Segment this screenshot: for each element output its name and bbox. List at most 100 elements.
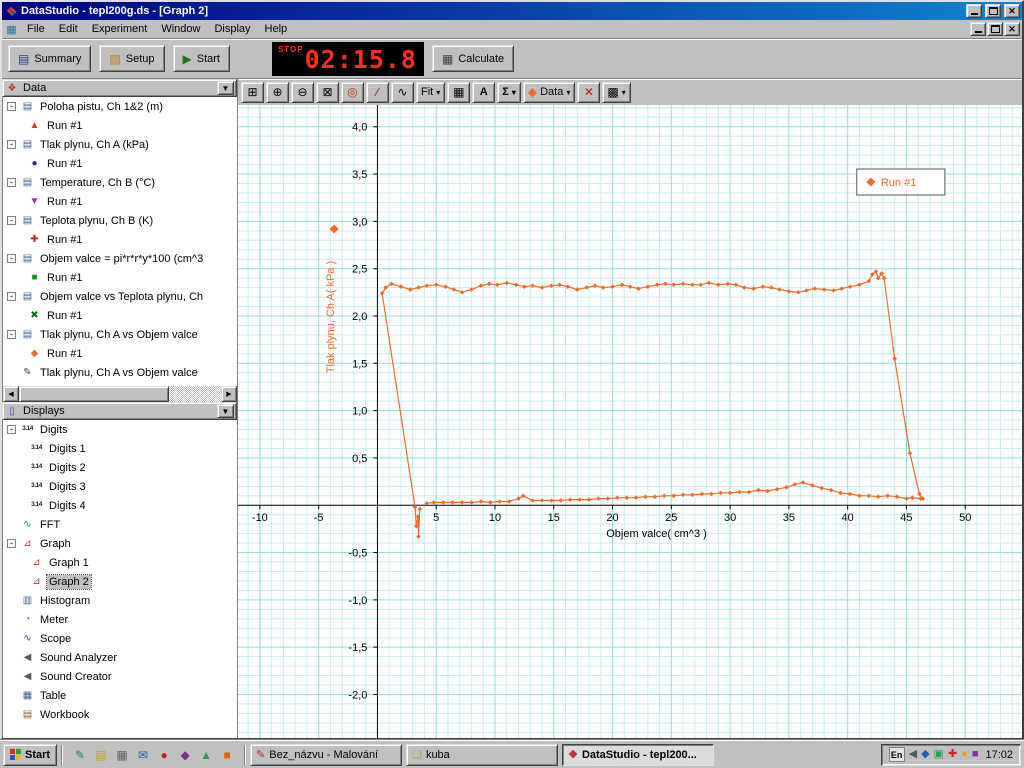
- quick-launch-icon-4[interactable]: ✉: [134, 746, 152, 764]
- fit-line-tool-button[interactable]: ∿: [391, 81, 414, 103]
- volume-tray-icon[interactable]: ◀: [909, 749, 917, 760]
- run-item[interactable]: ▼ Run #1: [3, 192, 237, 211]
- display-item-scope[interactable]: ∿ Scope: [3, 629, 237, 648]
- menu-display[interactable]: Display: [207, 21, 257, 37]
- menu-edit[interactable]: Edit: [52, 21, 85, 37]
- paint-task-button[interactable]: ✎ Bez_názvu - Malování: [250, 743, 403, 766]
- child-close-button[interactable]: ✕: [1004, 22, 1020, 36]
- data-source-item[interactable]: - ▤ Teplota plynu, Ch B (K): [3, 211, 237, 230]
- run-item[interactable]: ▲ Run #1: [3, 116, 237, 135]
- child-restore-button[interactable]: [987, 22, 1003, 36]
- data-source-item[interactable]: - ▤ Temperature, Ch B (°C): [3, 173, 237, 192]
- minimize-button[interactable]: [966, 4, 982, 18]
- display-item-workbook[interactable]: ▤ Workbook: [3, 705, 237, 724]
- run-item[interactable]: ● Run #1: [3, 154, 237, 173]
- child-minimize-button[interactable]: [970, 22, 986, 36]
- run-item[interactable]: ✚ Run #1: [3, 230, 237, 249]
- calculator-button[interactable]: ▦: [447, 81, 471, 103]
- collapse-toggle[interactable]: -: [7, 140, 16, 149]
- run-item[interactable]: ✖ Run #1: [3, 306, 237, 325]
- scroll-right-button[interactable]: ▶: [221, 386, 237, 402]
- start-menu-button[interactable]: Start: [3, 743, 58, 766]
- statistics-menu-button[interactable]: Σ ▾: [497, 81, 521, 103]
- display-item-digits-1[interactable]: 3.14 Digits 1: [3, 439, 237, 458]
- collapse-toggle[interactable]: -: [7, 178, 16, 187]
- scheduler-tray-icon[interactable]: ◆: [921, 749, 929, 760]
- data-source-item[interactable]: - ▤ Objem valce = pi*r*r*y*100 (cm^3: [3, 249, 237, 268]
- close-button[interactable]: ✕: [1004, 4, 1020, 18]
- collapse-toggle[interactable]: -: [7, 216, 16, 225]
- scale-to-fit-button[interactable]: ⊞: [241, 81, 264, 103]
- summary-button[interactable]: ▤ Summary: [8, 45, 92, 72]
- language-indicator[interactable]: En: [888, 747, 905, 762]
- collapse-toggle[interactable]: -: [7, 102, 16, 111]
- display-item-table[interactable]: ▦ Table: [3, 686, 237, 705]
- start-button[interactable]: ▶ Start: [172, 45, 230, 72]
- display-item-sound-analyzer[interactable]: ◀ Sound Analyzer: [3, 648, 237, 667]
- graph-options-menu-button[interactable]: ▩ ▾: [602, 81, 631, 103]
- data-menu-button[interactable]: ◆ Data ▾: [522, 81, 576, 103]
- fit-menu-button[interactable]: Fit ▾: [416, 81, 446, 103]
- display-item-graph-1[interactable]: ⊿ Graph 1: [3, 553, 237, 572]
- text-tool-button[interactable]: A: [472, 81, 496, 103]
- slope-tool-button[interactable]: ∕: [366, 81, 389, 103]
- quick-launch-icon-8[interactable]: ■: [218, 746, 236, 764]
- quick-launch-icon-5[interactable]: ●: [155, 746, 173, 764]
- zoom-in-button[interactable]: ⊕: [266, 81, 289, 103]
- display-item-graph-2[interactable]: ⊿ Graph 2: [3, 572, 237, 591]
- data-source-item[interactable]: ✎ Tlak plynu, Ch A vs Objem valce: [3, 363, 237, 382]
- maximize-button[interactable]: [985, 4, 1001, 18]
- menu-help[interactable]: Help: [258, 21, 295, 37]
- menu-file[interactable]: File: [20, 21, 52, 37]
- antivirus-tray-icon[interactable]: ✚: [948, 749, 957, 760]
- quick-launch-icon-7[interactable]: ▲: [197, 746, 215, 764]
- collapse-toggle[interactable]: -: [7, 254, 16, 263]
- quick-launch-icon-6[interactable]: ◆: [176, 746, 194, 764]
- quick-launch-icon-3[interactable]: ▦: [113, 746, 131, 764]
- graph-window-icon: ▦: [6, 23, 17, 36]
- scroll-left-button[interactable]: ◀: [3, 386, 19, 402]
- display-tray-icon[interactable]: ▣: [934, 749, 944, 760]
- collapse-toggle[interactable]: -: [7, 330, 16, 339]
- calculate-button[interactable]: ▦ Calculate: [431, 45, 515, 72]
- collapse-toggle[interactable]: -: [7, 292, 16, 301]
- displays-panel-menu-button[interactable]: ▼: [217, 404, 234, 418]
- display-item-fft[interactable]: ∿ FFT: [3, 515, 237, 534]
- collapse-toggle[interactable]: -: [7, 425, 16, 434]
- menu-experiment[interactable]: Experiment: [85, 21, 155, 37]
- display-item-digits-4[interactable]: 3.14 Digits 4: [3, 496, 237, 515]
- menu-window[interactable]: Window: [154, 21, 207, 37]
- display-item-histogram[interactable]: ▥ Histogram: [3, 591, 237, 610]
- data-source-item[interactable]: - ▤ Tlak plynu, Ch A (kPa): [3, 135, 237, 154]
- scrollbar-thumb[interactable]: [19, 386, 169, 402]
- svg-text:-10: -10: [252, 512, 268, 524]
- data-panel-menu-button[interactable]: ▼: [217, 81, 234, 95]
- collapse-toggle[interactable]: -: [7, 539, 16, 548]
- display-item-meter[interactable]: ◔ Meter: [3, 610, 237, 629]
- smart-tool-button[interactable]: ◎: [341, 81, 364, 103]
- quick-launch-icon-2[interactable]: ▤: [92, 746, 110, 764]
- delete-button[interactable]: ✕: [577, 81, 601, 103]
- display-item-digits-2[interactable]: 3.14 Digits 2: [3, 458, 237, 477]
- mdi-child-buttons: ✕: [970, 22, 1020, 36]
- data-source-item[interactable]: - ▤ Tlak plynu, Ch A vs Objem valce: [3, 325, 237, 344]
- setup-button[interactable]: ▧ Setup: [99, 45, 165, 72]
- zoom-select-button[interactable]: ⊠: [316, 81, 339, 103]
- display-item-graph[interactable]: - ⊿ Graph: [3, 534, 237, 553]
- run-item[interactable]: ◆ Run #1: [3, 344, 237, 363]
- display-item-digits-3[interactable]: 3.14 Digits 3: [3, 477, 237, 496]
- display-item-label: Graph: [40, 537, 71, 550]
- zoom-out-button[interactable]: ⊖: [291, 81, 314, 103]
- data-source-item[interactable]: - ▤ Poloha pistu, Ch 1&2 (m): [3, 97, 237, 116]
- display-item-digits[interactable]: -3.14 Digits: [3, 420, 237, 439]
- scrollbar-track[interactable]: [19, 386, 221, 402]
- firewall-tray-icon[interactable]: ■: [972, 749, 979, 760]
- datastudio-task-button[interactable]: ❖ DataStudio - tepl200...: [562, 743, 715, 766]
- kuba-folder-task-button[interactable]: ❏ kuba: [406, 743, 559, 766]
- data-source-item[interactable]: - ▤ Objem valce vs Teplota plynu, Ch: [3, 287, 237, 306]
- run-item[interactable]: ■ Run #1: [3, 268, 237, 287]
- graph-plot-area[interactable]: -10 -5 5 10 15 20 25 30 35 40 45 50 4,0 3,5 3,0 2,5 2,0 1…: [238, 105, 1022, 738]
- quick-launch-icon-1[interactable]: ✎: [71, 746, 89, 764]
- update-tray-icon[interactable]: ●: [961, 749, 968, 760]
- display-item-sound-creator[interactable]: ◀ Sound Creator: [3, 667, 237, 686]
